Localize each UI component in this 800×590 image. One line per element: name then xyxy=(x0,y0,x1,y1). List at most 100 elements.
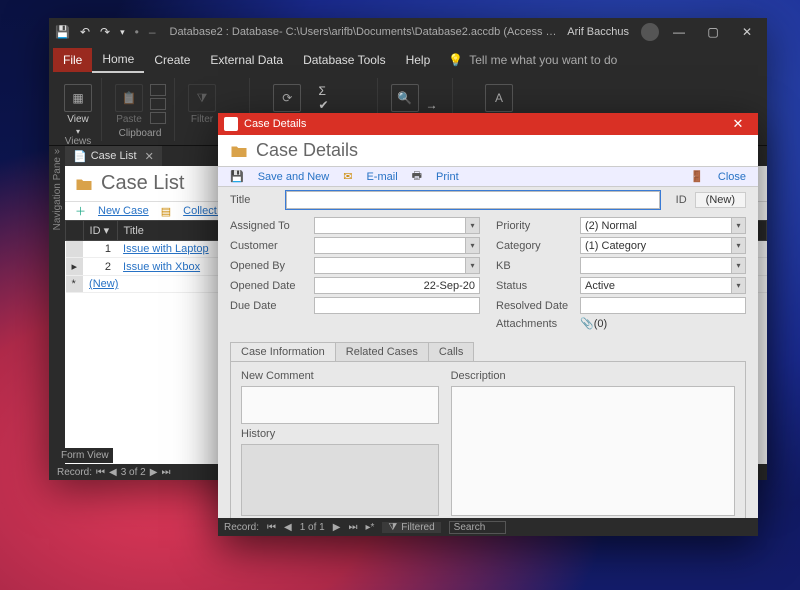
save-and-new-link[interactable]: Save and New xyxy=(258,171,330,183)
close-link[interactable]: Close xyxy=(718,171,746,183)
chevron-down-icon[interactable]: ▾ xyxy=(465,238,479,253)
record-position: 1 of 1 xyxy=(300,522,325,533)
resolved-date-field[interactable] xyxy=(580,297,746,314)
disk-icon: 💾 xyxy=(230,170,244,183)
tell-me[interactable]: 💡 Tell me what you want to do xyxy=(448,53,617,67)
print-link[interactable]: Print xyxy=(436,171,459,183)
save-record-button[interactable]: ✔ xyxy=(319,98,369,110)
access-icon xyxy=(224,117,238,131)
close-button[interactable]: ✕ xyxy=(733,18,761,46)
refresh-icon: ⟳ xyxy=(273,84,301,112)
cut-icon[interactable] xyxy=(150,84,166,96)
record-label: Record: xyxy=(224,522,259,533)
chevron-down-icon[interactable]: ▾ xyxy=(731,218,745,233)
case-details-window: Case Details ✕ Case Details 💾Save and Ne… xyxy=(218,113,758,536)
filtered-indicator[interactable]: ⧩Filtered xyxy=(382,522,440,533)
mail-icon: ✉ xyxy=(343,170,352,183)
undo-icon[interactable]: ↶ xyxy=(80,25,90,39)
due-date-field[interactable] xyxy=(314,297,480,314)
sort-desc-icon[interactable] xyxy=(223,98,241,110)
navigation-pane-collapsed[interactable]: » Navigation Pane xyxy=(49,146,65,464)
form-icon: 📄 xyxy=(73,150,87,163)
title-label: Title xyxy=(230,194,278,206)
close-icon[interactable]: ✕ xyxy=(724,116,752,132)
new-record-button[interactable]: Σ xyxy=(319,84,369,96)
chevron-right-icon[interactable]: » xyxy=(54,146,60,157)
view-label: View xyxy=(67,114,89,125)
dropdown-icon[interactable]: ▾ xyxy=(120,27,125,38)
nav-pane-label: Navigation Pane xyxy=(52,157,63,230)
chevron-down-icon[interactable]: ▾ xyxy=(465,258,479,273)
menu-home[interactable]: Home xyxy=(92,47,144,73)
goto-icon[interactable]: → xyxy=(426,98,444,110)
opened-date-field[interactable]: 22-Sep-20 xyxy=(314,277,480,294)
menu-external-data[interactable]: External Data xyxy=(200,48,293,72)
tab-related-cases[interactable]: Related Cases xyxy=(335,342,429,361)
customer-field[interactable]: ▾ xyxy=(314,237,480,254)
document-tab[interactable]: 📄 Case List ✕ xyxy=(65,146,162,166)
new-record-icon[interactable]: ▸* xyxy=(365,522,374,533)
prev-record-icon[interactable]: ◀ xyxy=(284,522,292,533)
chevron-down-icon[interactable]: ▾ xyxy=(465,218,479,233)
tell-me-label: Tell me what you want to do xyxy=(469,53,617,67)
chevron-down-icon[interactable]: ▾ xyxy=(731,238,745,253)
replace-icon[interactable] xyxy=(426,84,444,96)
history-box[interactable] xyxy=(241,444,439,516)
redo-icon[interactable]: ↷ xyxy=(100,25,110,39)
menu-help[interactable]: Help xyxy=(396,48,441,72)
menu-create[interactable]: Create xyxy=(144,48,200,72)
sort-asc-icon[interactable] xyxy=(223,84,241,96)
find-icon: 🔍 xyxy=(391,84,419,112)
folder-icon xyxy=(75,175,93,193)
status-field[interactable]: Active▾ xyxy=(580,277,746,294)
col-id[interactable]: ID ▾ xyxy=(83,221,117,241)
prev-record-icon[interactable]: ◀ xyxy=(109,467,117,478)
search-box[interactable]: Search xyxy=(449,521,507,534)
last-record-icon[interactable]: ⏭ xyxy=(161,467,170,478)
paste-button[interactable]: 📋 Paste xyxy=(114,80,144,125)
door-icon: 🚪 xyxy=(690,170,704,183)
record-navigator[interactable]: Record: ⏮ ◀ 3 of 2 ▶ ⏭ xyxy=(57,467,170,478)
menu-database-tools[interactable]: Database Tools xyxy=(293,48,396,72)
view-button[interactable]: ▦ View ▾ xyxy=(63,80,93,136)
menu-file[interactable]: File xyxy=(53,48,92,72)
new-comment-input[interactable] xyxy=(241,386,439,424)
format-painter-icon[interactable] xyxy=(150,112,166,124)
description-label: Description xyxy=(451,370,735,382)
user-name[interactable]: Arif Bacchus xyxy=(567,26,635,38)
save-icon[interactable]: 💾 xyxy=(55,25,70,39)
first-record-icon[interactable]: ⏮ xyxy=(267,522,276,533)
col-selector[interactable] xyxy=(66,221,84,241)
email-link[interactable]: E-mail xyxy=(366,171,397,183)
assigned-to-field[interactable]: ▾ xyxy=(314,217,480,234)
description-input[interactable] xyxy=(451,386,735,516)
chevron-down-icon[interactable]: ▾ xyxy=(731,278,745,293)
close-tab-icon[interactable]: ✕ xyxy=(145,150,154,163)
filter-button[interactable]: ⧩ Filter xyxy=(187,80,217,125)
minimize-button[interactable]: — xyxy=(665,18,693,46)
opened-by-field[interactable]: ▾ xyxy=(314,257,480,274)
resolved-date-label: Resolved Date xyxy=(496,300,574,312)
tab-calls[interactable]: Calls xyxy=(428,342,474,361)
attachments-value[interactable]: 📎(0) xyxy=(580,317,746,330)
priority-field[interactable]: (2) Normal▾ xyxy=(580,217,746,234)
maximize-button[interactable]: ▢ xyxy=(699,18,727,46)
kb-field[interactable]: ▾ xyxy=(580,257,746,274)
case-details-statusbar: Record: ⏮ ◀ 1 of 1 ▶ ⏭ ▸* ⧩Filtered Sear… xyxy=(218,518,758,536)
avatar[interactable] xyxy=(641,23,659,41)
case-details-titlebar[interactable]: Case Details ✕ xyxy=(218,113,758,135)
titlebar[interactable]: 💾 ↶ ↷ ▾ • – Database2 : Database- C:\Use… xyxy=(49,18,767,46)
last-record-icon[interactable]: ⏭ xyxy=(348,522,357,533)
next-record-icon[interactable]: ▶ xyxy=(150,467,158,478)
copy-icon[interactable] xyxy=(150,98,166,110)
next-record-icon[interactable]: ▶ xyxy=(333,522,341,533)
tab-case-information[interactable]: Case Information xyxy=(230,342,336,361)
case-details-toolbar: 💾Save and New ✉E-mail 🖶Print 🚪Close xyxy=(218,167,758,187)
new-case-link[interactable]: New Case xyxy=(98,205,149,217)
opened-by-label: Opened By xyxy=(230,260,308,272)
folder-icon xyxy=(230,142,248,160)
title-input[interactable] xyxy=(286,191,660,209)
chevron-down-icon[interactable]: ▾ xyxy=(731,258,745,273)
first-record-icon[interactable]: ⏮ xyxy=(96,467,105,478)
category-field[interactable]: (1) Category▾ xyxy=(580,237,746,254)
